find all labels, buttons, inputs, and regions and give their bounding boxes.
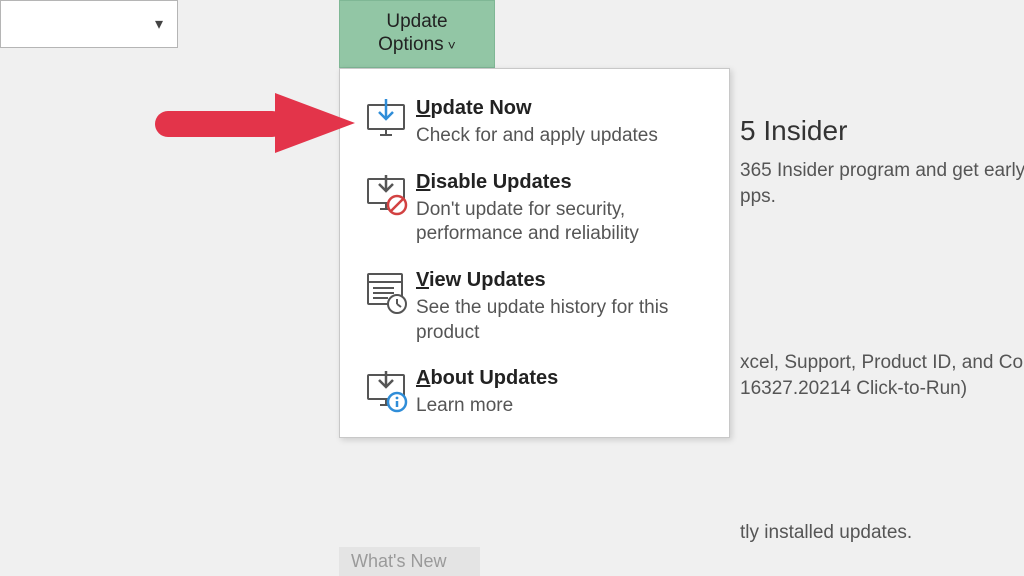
- chevron-down-icon: ˅: [448, 37, 456, 54]
- menu-item-about-updates[interactable]: About Updates Learn more: [340, 361, 729, 425]
- menu-item-title: View Updates: [416, 269, 709, 292]
- update-options-button[interactable]: Update Options ˅: [339, 0, 495, 68]
- download-monitor-icon: [360, 99, 412, 139]
- download-info-icon: [360, 369, 412, 413]
- about-text-line1: xcel, Support, Product ID, and Cop: [740, 350, 1024, 376]
- menu-item-update-now[interactable]: Update Now Check for and apply updates: [340, 91, 729, 165]
- menu-item-disable-updates[interactable]: Disable Updates Don't update for securit…: [340, 165, 729, 263]
- about-text-line2: 16327.20214 Click-to-Run): [740, 376, 967, 402]
- chevron-down-icon: ▾: [155, 14, 163, 34]
- menu-item-view-updates[interactable]: View Updates See the update history for …: [340, 263, 729, 361]
- menu-item-title: About Updates: [416, 367, 709, 390]
- update-options-label-line2: Options: [378, 34, 443, 57]
- update-options-label-line1: Update: [386, 11, 447, 34]
- menu-item-desc: Check for and apply updates: [416, 124, 709, 149]
- recent-text: tly installed updates.: [740, 520, 912, 546]
- insider-heading: 5 Insider: [740, 112, 847, 150]
- history-document-icon: [360, 271, 412, 315]
- menu-item-title: Update Now: [416, 97, 709, 120]
- annotation-arrow: [155, 93, 355, 153]
- update-options-menu: Update Now Check for and apply updates D…: [339, 68, 730, 438]
- unnamed-dropdown[interactable]: ▾: [0, 0, 178, 48]
- download-disable-icon: [360, 173, 412, 217]
- whats-new-button[interactable]: What's New: [339, 547, 480, 576]
- insider-text-line1: 365 Insider program and get early a: [740, 158, 1024, 184]
- menu-item-title: Disable Updates: [416, 171, 709, 194]
- menu-item-desc: Don't update for security, performance a…: [416, 198, 709, 247]
- menu-item-desc: Learn more: [416, 394, 709, 419]
- menu-item-desc: See the update history for this product: [416, 296, 709, 345]
- insider-text-line2: pps.: [740, 184, 776, 210]
